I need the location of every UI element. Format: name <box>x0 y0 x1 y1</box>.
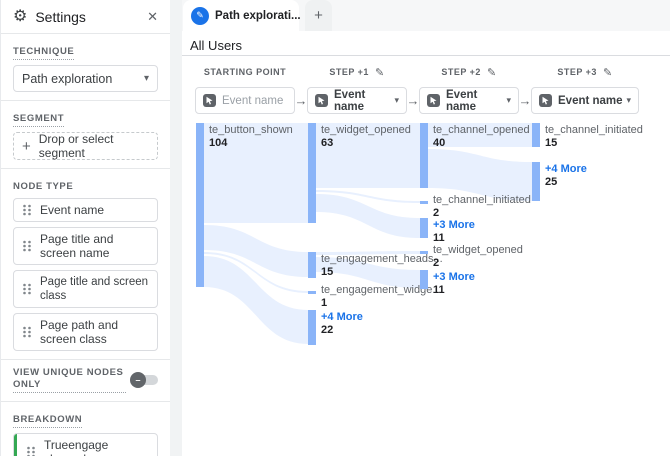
exploration-canvas: ✎ Path explorati... ▾ + All Users STARTI… <box>182 0 670 456</box>
node-type-item-page-title-screen-name[interactable]: Page title and screen name <box>13 227 158 265</box>
toggle-knob: – <box>130 372 146 388</box>
drop-segment-button[interactable]: + Drop or select segment <box>13 132 158 160</box>
segment-section: SEGMENT + Drop or select segment <box>1 101 170 169</box>
settings-panel: ⚙ Settings ✕ TECHNIQUE Path exploration … <box>0 0 170 456</box>
sankey-node-label: te_channel_initiated2 <box>433 194 531 219</box>
drag-handle-icon <box>22 325 32 339</box>
node-type-label: NODE TYPE <box>13 181 73 193</box>
sankey-node-label: te_channel_initiated15 <box>545 124 643 149</box>
sankey-node-bar[interactable] <box>532 123 540 147</box>
node-type-item-page-path-screen-class[interactable]: Page path and screen class <box>13 313 158 351</box>
sankey-node-bar[interactable] <box>420 270 428 289</box>
sankey-node-bar[interactable] <box>420 201 428 204</box>
sankey-node-bar[interactable] <box>308 252 316 278</box>
sankey-node-bar[interactable] <box>420 251 428 254</box>
sankey-node-bar[interactable] <box>308 310 316 345</box>
panel-divider <box>170 0 182 456</box>
drag-handle-icon <box>22 203 32 217</box>
sankey-node-label: te_widget_opened2 <box>433 244 523 269</box>
sankey-node-bar[interactable] <box>420 123 428 188</box>
sankey-node-value: 2 <box>433 207 531 219</box>
sankey-node-label[interactable]: +3 More11 <box>433 271 475 296</box>
sankey-node-value: 22 <box>321 324 363 336</box>
sankey-node-value: 63 <box>321 137 411 149</box>
sankey-node-name: te_channel_opened <box>433 124 530 136</box>
breakdown-chip-label: Trueengage channel <box>44 438 149 456</box>
sankey-node-value: 11 <box>433 284 475 296</box>
node-type-item-event-name[interactable]: Event name <box>13 198 158 222</box>
sankey-node-name: te_channel_initiated <box>433 194 531 206</box>
sankey-node-label[interactable]: +4 More25 <box>545 163 587 188</box>
sankey-node-label: te_widget_opened63 <box>321 124 411 149</box>
sankey-node-label: te_channel_opened40 <box>433 124 530 149</box>
sankey-node-name: te_channel_initiated <box>545 124 643 136</box>
sankey-node-label[interactable]: +3 More11 <box>433 219 475 244</box>
sankey-node-bar[interactable] <box>308 123 316 223</box>
unique-nodes-toggle[interactable]: – <box>132 375 158 385</box>
drag-handle-icon <box>22 282 32 296</box>
sankey-node-bar[interactable] <box>196 123 204 287</box>
settings-title: Settings <box>35 9 86 25</box>
breakdown-chip[interactable]: Trueengage channel <box>13 433 158 456</box>
chevron-down-icon: ▾ <box>144 73 149 84</box>
sankey-more-link[interactable]: +4 More <box>321 311 363 323</box>
sankey-node-name: te_button_shown <box>209 124 293 136</box>
technique-section: TECHNIQUE Path exploration ▾ <box>1 34 170 101</box>
breakdown-label: BREAKDOWN <box>13 414 82 428</box>
sankey-node-name: te_widget_opened <box>433 244 523 256</box>
sankey-node-value: 25 <box>545 176 587 188</box>
gear-icon: ⚙ <box>13 9 27 25</box>
sankey-flow[interactable] <box>316 194 420 238</box>
path-exploration-sankey: te_button_shown104te_widget_opened63te_e… <box>182 0 670 456</box>
plus-icon: + <box>22 138 31 155</box>
node-type-item-label: Event name <box>40 203 104 217</box>
node-type-item-page-title-screen-class[interactable]: Page title and screen class <box>13 270 158 308</box>
sankey-node-bar[interactable] <box>308 291 316 294</box>
node-type-item-label: Page path and screen class <box>40 318 149 346</box>
close-icon[interactable]: ✕ <box>147 9 158 25</box>
node-type-item-label: Page title and screen name <box>40 232 149 260</box>
sankey-node-value: 2 <box>433 257 523 269</box>
settings-header: ⚙ Settings ✕ <box>1 0 170 34</box>
sankey-node-bar[interactable] <box>420 218 428 238</box>
app-window: ⚙ Settings ✕ TECHNIQUE Path exploration … <box>0 0 670 456</box>
sankey-more-link[interactable]: +3 More <box>433 271 475 283</box>
sankey-node-label: te_button_shown104 <box>209 124 293 149</box>
sankey-more-link[interactable]: +3 More <box>433 219 475 231</box>
drag-handle-icon <box>22 239 32 253</box>
unique-nodes-label: VIEW UNIQUE NODES ONLY <box>13 367 126 393</box>
sankey-node-value: 40 <box>433 137 530 149</box>
drop-segment-label: Drop or select segment <box>39 132 149 160</box>
sankey-node-name: te_widget_opened <box>321 124 411 136</box>
drag-handle-icon <box>26 445 36 456</box>
sankey-node-label[interactable]: +4 More22 <box>321 311 363 336</box>
sankey-node-bar[interactable] <box>532 162 540 201</box>
unique-nodes-section: VIEW UNIQUE NODES ONLY – <box>1 360 170 402</box>
sankey-node-value: 11 <box>433 232 475 244</box>
node-type-item-label: Page title and screen class <box>40 275 149 303</box>
sankey-node-value: 15 <box>545 137 643 149</box>
sankey-node-value: 104 <box>209 137 293 149</box>
technique-label: TECHNIQUE <box>13 46 74 60</box>
segment-label: SEGMENT <box>13 113 64 127</box>
node-type-section: NODE TYPE Event name Page title and scre… <box>1 169 170 360</box>
technique-select[interactable]: Path exploration ▾ <box>13 65 158 92</box>
sankey-node-value: 1 <box>321 297 441 309</box>
breakdown-section: BREAKDOWN Trueengage channel <box>1 402 170 456</box>
technique-value: Path exploration <box>22 72 112 86</box>
sankey-more-link[interactable]: +4 More <box>545 163 587 175</box>
sankey-node-name: te_engagement_heads... <box>321 253 443 265</box>
